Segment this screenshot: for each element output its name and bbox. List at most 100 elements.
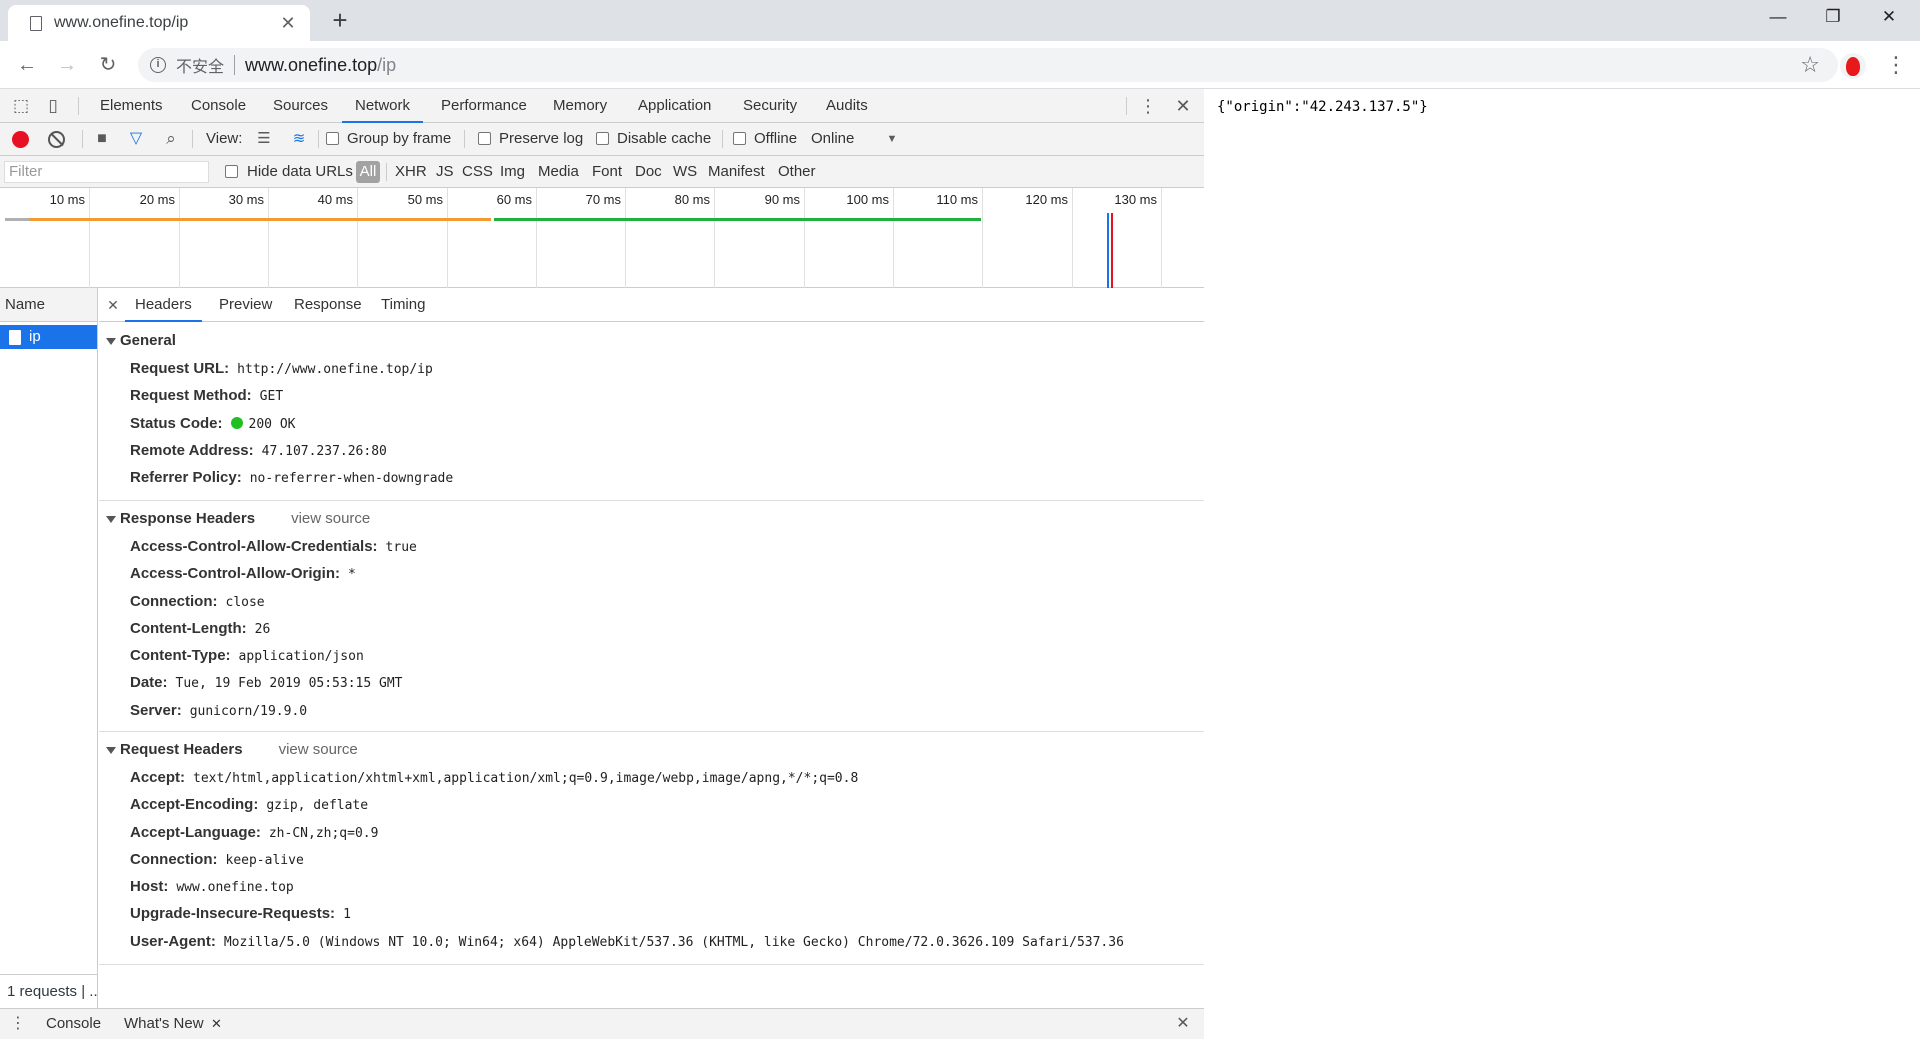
- clear-icon[interactable]: [48, 131, 65, 148]
- tab-console[interactable]: Console: [191, 89, 246, 123]
- offline-checkbox[interactable]: [733, 132, 746, 145]
- collapse-triangle-icon: [106, 515, 116, 523]
- tab-performance[interactable]: Performance: [441, 89, 527, 123]
- collapse-triangle-icon: [106, 746, 116, 754]
- back-button[interactable]: ←: [13, 51, 41, 79]
- general-title: General: [120, 332, 176, 349]
- type-filter-ws[interactable]: WS: [673, 156, 697, 188]
- profile-avatar[interactable]: [1840, 53, 1866, 79]
- tab-application[interactable]: Application: [638, 89, 711, 123]
- disable-cache-checkbox[interactable]: [596, 132, 609, 145]
- header-value: zh-CN,zh;q=0.9: [268, 825, 379, 841]
- large-rows-icon[interactable]: ☰: [254, 123, 274, 155]
- devtools-menu-icon[interactable]: ⋮: [1138, 89, 1158, 123]
- tab-memory[interactable]: Memory: [553, 89, 607, 123]
- header-key: Date:: [130, 674, 168, 692]
- view-source-link[interactable]: view source: [291, 505, 370, 533]
- request-headers-title: Request Headers: [120, 741, 243, 758]
- chevron-down-icon[interactable]: ▼: [882, 123, 902, 155]
- restore-button[interactable]: ❐: [1810, 2, 1856, 32]
- bookmark-star-icon[interactable]: ☆: [1800, 52, 1820, 78]
- timeline-tick-label: 60 ms: [496, 192, 532, 207]
- type-filter-all[interactable]: All: [356, 161, 380, 183]
- timeline-tick-label: 80 ms: [674, 192, 710, 207]
- device-toolbar-icon[interactable]: ▯: [40, 89, 66, 123]
- type-filter-xhr[interactable]: XHR: [395, 156, 427, 188]
- camera-icon[interactable]: ■: [91, 123, 113, 155]
- tab-preview[interactable]: Preview: [219, 288, 272, 322]
- timeline-gridline: [447, 188, 448, 288]
- waterfall-queue-bar: [5, 218, 29, 221]
- tab-sources[interactable]: Sources: [273, 89, 328, 123]
- header-value: application/json: [238, 649, 364, 665]
- timeline-gridline: [357, 188, 358, 288]
- view-source-link[interactable]: view source: [279, 736, 358, 764]
- header-key: Connection:: [130, 850, 218, 868]
- tab-audits[interactable]: Audits: [826, 89, 868, 123]
- filter-input[interactable]: Filter: [4, 161, 209, 183]
- header-row: Upgrade-Insecure-Requests: 1: [99, 900, 1204, 927]
- reload-button[interactable]: ↻: [94, 51, 122, 79]
- chrome-menu-icon[interactable]: ⋮: [1885, 50, 1907, 80]
- address-bar[interactable]: i 不安全 www.onefine.top/ip ☆: [138, 48, 1838, 82]
- type-filter-doc[interactable]: Doc: [635, 156, 662, 188]
- header-row: Accept-Language: zh-CN,zh;q=0.9: [99, 819, 1204, 846]
- close-details-icon[interactable]: ✕: [105, 288, 121, 322]
- type-filter-font[interactable]: Font: [592, 156, 622, 188]
- info-icon[interactable]: i: [150, 57, 166, 73]
- header-key: Request Method:: [130, 387, 252, 405]
- network-toolbar: ■ ▽ ⌕ View: ☰ ≋ Group by frame Preserve …: [0, 123, 1204, 156]
- type-filter-css[interactable]: CSS: [462, 156, 493, 188]
- hide-data-urls-label: Hide data URLs: [247, 163, 353, 180]
- hide-data-urls-checkbox[interactable]: [225, 165, 238, 178]
- close-tab-icon[interactable]: ✕: [278, 13, 298, 34]
- request-row[interactable]: ip: [0, 325, 97, 349]
- general-toggle[interactable]: General: [99, 327, 1204, 355]
- header-key: Connection:: [130, 592, 218, 610]
- response-body-text: {"origin":"42.243.137.5"}: [1217, 99, 1428, 115]
- timeline-gridline: [536, 188, 537, 288]
- close-drawer-tab-icon[interactable]: ✕: [211, 1009, 222, 1039]
- waterfall-download-bar: [494, 218, 981, 221]
- type-filter-other[interactable]: Other: [778, 156, 816, 188]
- drawer-tab-console[interactable]: Console: [46, 1009, 101, 1039]
- new-tab-button[interactable]: +: [325, 7, 355, 33]
- browser-tab[interactable]: www.onefine.top/ip ✕: [8, 5, 310, 41]
- header-row: Connection: keep-alive: [99, 846, 1204, 873]
- search-icon[interactable]: ⌕: [160, 123, 182, 155]
- timeline-gridline: [179, 188, 180, 288]
- header-row: Remote Address: 47.107.237.26:80: [99, 437, 1204, 464]
- record-button[interactable]: [12, 131, 29, 148]
- network-overview[interactable]: 10 ms 20 ms 30 ms 40 ms 50 ms 60 ms 70 ms 80 ms…: [0, 188, 1204, 288]
- name-column-header[interactable]: Name: [0, 288, 97, 322]
- forward-button[interactable]: →: [53, 51, 81, 79]
- type-filter-manifest[interactable]: Manifest: [708, 156, 765, 188]
- minimize-button[interactable]: —: [1755, 2, 1801, 32]
- tab-security[interactable]: Security: [743, 89, 797, 123]
- type-filter-js[interactable]: JS: [436, 156, 454, 188]
- status-ok-dot-icon: [230, 416, 243, 429]
- group-by-frame-checkbox[interactable]: [326, 132, 339, 145]
- close-window-button[interactable]: ✕: [1866, 2, 1912, 32]
- type-filter-media[interactable]: Media: [538, 156, 579, 188]
- request-headers-section: Request Headers view source Accept: text/…: [99, 732, 1204, 965]
- tab-timing[interactable]: Timing: [381, 288, 425, 322]
- preserve-log-checkbox[interactable]: [478, 132, 491, 145]
- throttling-select[interactable]: Online: [811, 123, 854, 155]
- waterfall-icon[interactable]: ≋: [288, 123, 310, 155]
- request-headers-toggle[interactable]: Request Headers view source: [99, 736, 1204, 764]
- tab-network[interactable]: Network: [342, 89, 424, 123]
- request-name: ip: [29, 328, 41, 345]
- response-headers-toggle[interactable]: Response Headers view source: [99, 505, 1204, 533]
- close-drawer-icon[interactable]: ✕: [1173, 1009, 1193, 1039]
- type-filter-img[interactable]: Img: [500, 156, 525, 188]
- filter-icon[interactable]: ▽: [125, 123, 147, 155]
- tab-response[interactable]: Response: [294, 288, 362, 322]
- tab-headers[interactable]: Headers: [125, 288, 202, 322]
- inspect-element-icon[interactable]: ⬚: [8, 89, 34, 123]
- drawer-menu-icon[interactable]: ⋮: [10, 1009, 26, 1039]
- tab-elements[interactable]: Elements: [100, 89, 163, 123]
- preserve-log-label: Preserve log: [499, 130, 584, 147]
- close-devtools-icon[interactable]: ✕: [1173, 89, 1193, 123]
- drawer-tab-whats-new[interactable]: What's New: [124, 1009, 204, 1039]
